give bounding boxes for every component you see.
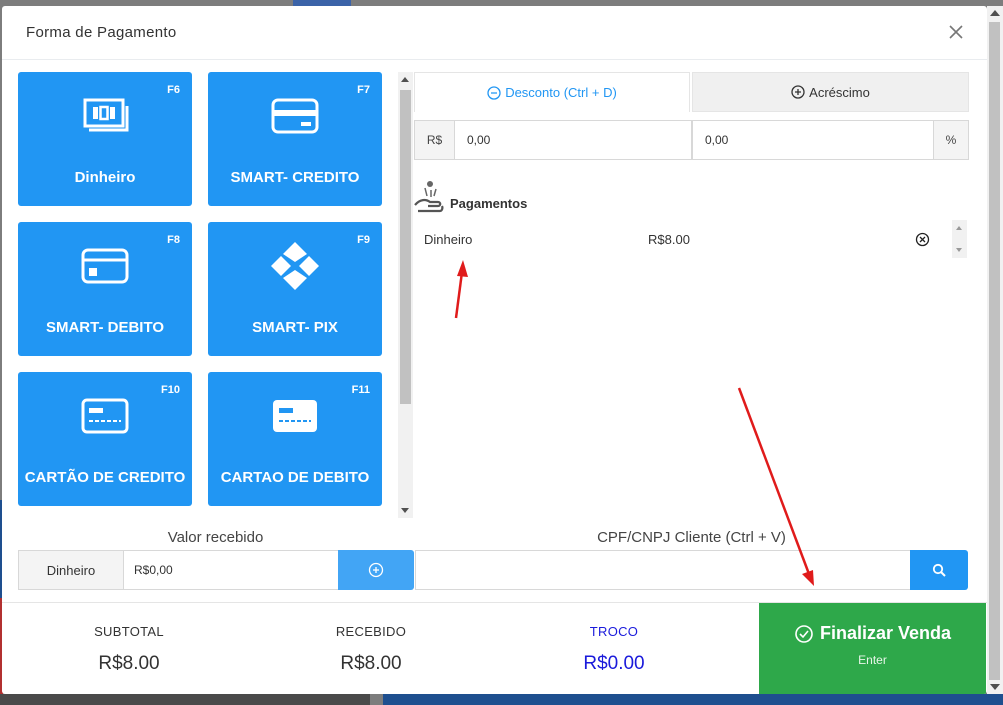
add-payment-button[interactable]: [338, 550, 414, 590]
discount-percent-input[interactable]: 0,00: [692, 120, 934, 160]
cash-icon: [18, 96, 192, 141]
tile-dinheiro[interactable]: F6 Dinheiro: [18, 72, 192, 206]
tile-label: SMART- PIX: [252, 319, 338, 336]
close-icon[interactable]: [946, 22, 966, 42]
scroll-down-icon[interactable]: [956, 248, 962, 252]
discount-row: R$ 0,00 0,00 %: [414, 120, 969, 160]
check-circle-icon: [795, 624, 813, 643]
scrollbar-thumb[interactable]: [989, 22, 1000, 680]
tile-smart-credito[interactable]: F7 SMART- CREDITO: [208, 72, 382, 206]
tile-label: CARTAO DE DEBITO: [220, 469, 370, 486]
received-label: RECEBIDO: [335, 624, 407, 639]
shortcut-key: F9: [357, 234, 370, 246]
subtotal-value: R$8.00: [98, 653, 160, 674]
background-app-bottom-right: [383, 694, 1003, 705]
scroll-up-icon[interactable]: [990, 10, 1000, 16]
customer-search-button[interactable]: [910, 550, 968, 590]
tile-label: SMART- DEBITO: [45, 319, 165, 336]
credit-card-icon: [208, 96, 382, 141]
debit-card-icon: [18, 246, 192, 291]
pix-icon: [208, 242, 382, 297]
shortcut-key: F8: [167, 234, 180, 246]
shortcut-key: F6: [167, 84, 180, 96]
adjustment-tabs: Desconto (Ctrl + D) Acréscimo: [414, 72, 969, 112]
tile-cartao-credito[interactable]: F10 CARTÃO DE CREDITO: [18, 372, 192, 506]
tile-label: CARTÃO DE CREDITO: [24, 469, 186, 486]
modal-scrollbar[interactable]: [987, 6, 1003, 694]
tab-discount[interactable]: Desconto (Ctrl + D): [414, 72, 690, 112]
scroll-down-icon[interactable]: [401, 508, 409, 513]
hand-coin-icon: [414, 181, 444, 213]
tile-smart-pix[interactable]: F9 SMART- PIX: [208, 222, 382, 356]
tile-cartao-debito[interactable]: F11 CARTAO DE DEBITO: [208, 372, 382, 506]
received-value-input[interactable]: R$0,00: [123, 550, 339, 590]
finalize-sale-button[interactable]: Finalizar Venda Enter: [759, 603, 986, 694]
scroll-up-icon[interactable]: [401, 77, 409, 82]
tile-label: SMART- CREDITO: [230, 169, 360, 186]
background-app-bottom-left: [0, 694, 370, 705]
finalize-label: Finalizar Venda: [819, 623, 952, 643]
plus-circle-icon: [368, 562, 384, 578]
tab-addition-label: Acréscimo: [809, 84, 870, 100]
payment-modal: Forma de Pagamento F6 Dinheiro F7 SMART-…: [2, 6, 987, 694]
customer-id-label: CPF/CNPJ Cliente (Ctrl + V): [597, 529, 786, 546]
payments-scrollbar[interactable]: [952, 220, 967, 258]
percent-addon: %: [933, 120, 969, 160]
payment-amount: R$8.00: [648, 232, 690, 247]
scroll-down-icon[interactable]: [990, 684, 1000, 690]
shortcut-key: F10: [161, 384, 180, 396]
change-value: R$0.00: [583, 653, 645, 674]
tab-discount-label: Desconto (Ctrl + D): [505, 85, 617, 100]
search-icon: [932, 563, 946, 577]
totals-footer: SUBTOTAL R$8.00 RECEBIDO R$8.00 TROCO R$…: [2, 602, 987, 694]
scroll-up-icon[interactable]: [956, 226, 962, 230]
subtotal-label: SUBTOTAL: [94, 624, 164, 639]
tile-label: Dinheiro: [74, 169, 136, 186]
card-filled-icon: [208, 396, 382, 441]
scrollbar-thumb[interactable]: [400, 90, 411, 404]
customer-id-input[interactable]: [415, 550, 911, 590]
change-block: TROCO R$0.00: [493, 603, 735, 675]
payments-title: Pagamentos: [450, 195, 528, 211]
payment-method-name: Dinheiro: [424, 232, 473, 247]
plus-circle-icon: [791, 85, 805, 99]
tile-smart-debito[interactable]: F8 SMART- DEBITO: [18, 222, 192, 356]
tab-addition[interactable]: Acréscimo: [692, 72, 969, 112]
received-value-label: Valor recebido: [167, 529, 264, 546]
change-label: TROCO: [589, 624, 639, 639]
finalize-shortcut: Enter: [858, 653, 887, 667]
received-block: RECEBIDO R$8.00: [250, 603, 492, 675]
shortcut-key: F7: [357, 84, 370, 96]
modal-header: Forma de Pagamento: [2, 6, 987, 60]
modal-title: Forma de Pagamento: [26, 24, 177, 41]
currency-addon: R$: [414, 120, 455, 160]
minus-circle-icon: [487, 85, 501, 100]
shortcut-key: F11: [351, 384, 370, 396]
remove-payment-icon[interactable]: [915, 232, 930, 252]
tiles-scrollbar[interactable]: [398, 72, 413, 518]
received-total-value: R$8.00: [340, 653, 402, 674]
discount-currency-input[interactable]: 0,00: [454, 120, 692, 160]
subtotal-block: SUBTOTAL R$8.00: [8, 603, 250, 675]
received-method-addon: Dinheiro: [18, 550, 124, 590]
card-outline-icon: [18, 396, 192, 441]
payments-header: Pagamentos: [414, 179, 527, 213]
